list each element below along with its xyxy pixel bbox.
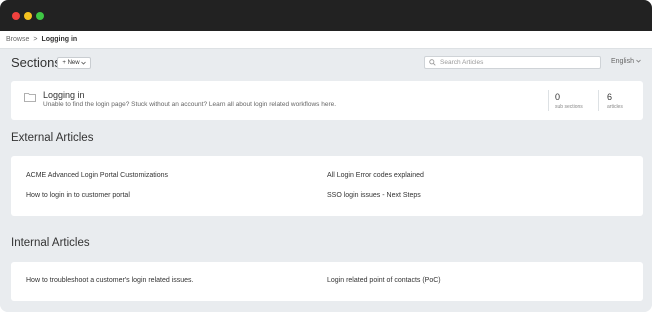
window-titlebar	[0, 0, 652, 31]
section-description: Unable to find the login page? Stuck wit…	[43, 101, 337, 108]
search-placeholder: Search Articles	[440, 59, 484, 66]
breadcrumb-browse-link[interactable]: Browse	[6, 36, 29, 43]
article-link[interactable]: How to troubleshoot a customer's login r…	[26, 277, 193, 284]
external-articles-card: ACME Advanced Login Portal Customization…	[11, 156, 643, 216]
breadcrumb-separator: >	[33, 36, 38, 43]
close-window-button[interactable]	[12, 12, 20, 20]
article-link[interactable]: Login related point of contacts (PoC)	[327, 277, 441, 284]
page-title: Sections	[11, 55, 61, 70]
divider	[548, 90, 549, 111]
app-window: Browse > Logging in Sections + New Searc…	[0, 0, 652, 312]
folder-icon	[24, 93, 36, 102]
minimize-window-button[interactable]	[24, 12, 32, 20]
search-icon	[429, 59, 436, 66]
sub-sections-label: sub sections	[555, 104, 583, 110]
sections-toolbar: Sections + New Search Articles English	[0, 49, 652, 77]
maximize-window-button[interactable]	[36, 12, 44, 20]
new-button-label: + New	[62, 60, 80, 66]
section-title[interactable]: Logging in	[43, 90, 85, 100]
chevron-down-icon	[636, 59, 641, 63]
language-label: English	[611, 58, 634, 65]
new-button[interactable]: + New	[57, 57, 91, 69]
article-link[interactable]: How to login in to customer portal	[26, 192, 130, 199]
divider	[598, 90, 599, 111]
search-input[interactable]: Search Articles	[424, 56, 601, 69]
articles-label: articles	[607, 104, 623, 110]
chevron-down-icon	[80, 61, 86, 65]
main-content: Sections + New Search Articles English L…	[0, 49, 652, 312]
language-selector[interactable]: English	[611, 58, 641, 65]
articles-count: 6	[607, 92, 613, 102]
breadcrumb-current: Logging in	[41, 36, 78, 43]
article-link[interactable]: ACME Advanced Login Portal Customization…	[26, 172, 168, 179]
internal-articles-heading: Internal Articles	[11, 237, 90, 249]
article-link[interactable]: All Login Error codes explained	[327, 172, 424, 179]
external-articles-heading: External Articles	[11, 132, 94, 144]
internal-articles-card: How to troubleshoot a customer's login r…	[11, 262, 643, 301]
article-link[interactable]: SSO login issues - Next Steps	[327, 192, 421, 199]
section-card[interactable]: Logging in Unable to find the login page…	[11, 81, 643, 120]
sub-sections-count: 0	[555, 92, 561, 102]
breadcrumb: Browse > Logging in	[0, 31, 652, 49]
